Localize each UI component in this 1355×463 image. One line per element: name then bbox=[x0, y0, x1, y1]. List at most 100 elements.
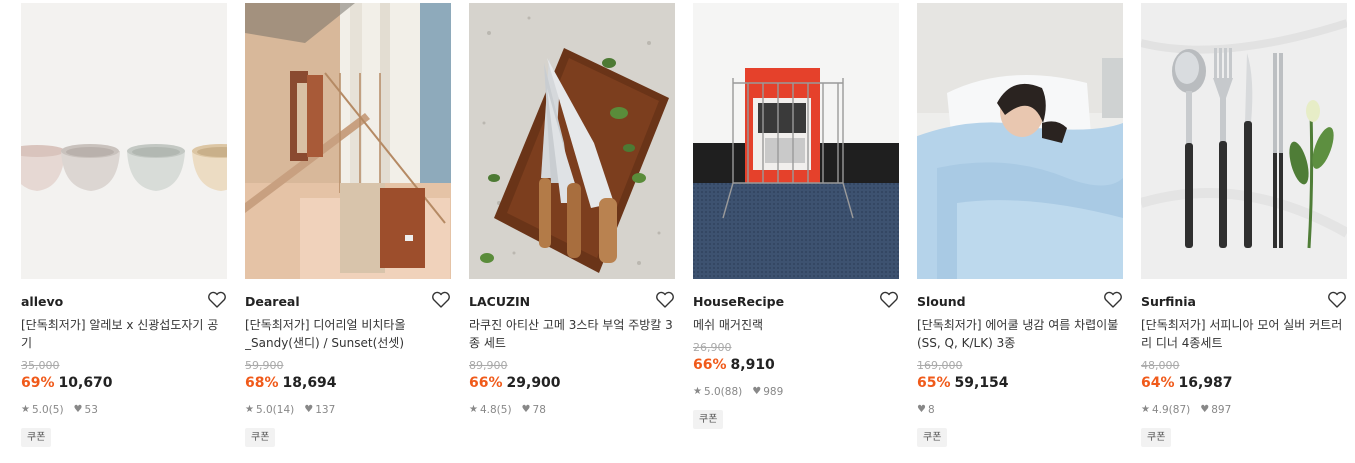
sale-price: 8,910 bbox=[730, 357, 775, 373]
heart-outline-icon[interactable] bbox=[1103, 291, 1123, 309]
review-count: (87) bbox=[1168, 404, 1191, 416]
product-image-beach-towels[interactable] bbox=[245, 3, 451, 279]
rating: ★ 4.8 (5) bbox=[469, 403, 512, 417]
product-stats: ★ 5.0 (14) ♥ 137 bbox=[245, 403, 451, 417]
brand-name[interactable]: Surfinia bbox=[1141, 293, 1347, 311]
heart-outline-icon[interactable] bbox=[431, 291, 451, 309]
coupon-badge: 쿠폰 bbox=[1141, 428, 1172, 447]
heart-filled-icon: ♥ bbox=[521, 404, 531, 415]
likes: ♥ 137 bbox=[304, 403, 335, 417]
review-count: (88) bbox=[720, 386, 743, 398]
heart-filled-icon: ♥ bbox=[752, 386, 762, 397]
product-title[interactable]: [단독최저가] 에어쿨 냉감 여름 차렵이불 (SS, Q, K/LK) 3종 bbox=[917, 316, 1123, 352]
cutlery-set-image bbox=[1141, 3, 1347, 279]
review-count: (5) bbox=[48, 404, 64, 416]
kitchen-knives-image bbox=[469, 3, 675, 279]
price-row: 64% 16,987 bbox=[1141, 373, 1347, 393]
rating-value: 5.0 bbox=[703, 386, 721, 398]
likes: ♥ 897 bbox=[1200, 403, 1231, 417]
rating: ★ 5.0 (5) bbox=[21, 403, 64, 417]
heart-outline-icon[interactable] bbox=[207, 291, 227, 309]
likes: ♥ 8 bbox=[917, 403, 935, 417]
discount-rate: 68% bbox=[245, 375, 279, 391]
product-stats: ★ 5.0 (88) ♥ 989 bbox=[693, 385, 899, 399]
coupon-badge: 쿠폰 bbox=[21, 428, 52, 447]
sale-price: 29,900 bbox=[506, 375, 561, 391]
product-card-houserecipe[interactable]: HouseRecipe 메쉬 매거진랙 26,900 66% 8,910 ★ 5.0… bbox=[693, 3, 899, 429]
heart-filled-icon: ♥ bbox=[917, 404, 926, 415]
product-card-allevo[interactable]: allevo [단독최저가] 알레보 x 신광섭도자기 공기 35,000 69… bbox=[21, 3, 227, 447]
rating-value: 4.8 bbox=[479, 404, 497, 416]
price-row: 66% 29,900 bbox=[469, 373, 675, 393]
product-card-deareal[interactable]: Deareal [단독최저가] 디어리얼 비치타올 _Sandy(샌디) / S… bbox=[245, 3, 451, 447]
brand-name[interactable]: Slound bbox=[917, 293, 1123, 311]
discount-rate: 69% bbox=[21, 375, 55, 391]
product-card-slound[interactable]: Slound [단독최저가] 에어쿨 냉감 여름 차렵이불 (SS, Q, K/… bbox=[917, 3, 1123, 447]
coupon-badge: 쿠폰 bbox=[917, 428, 948, 447]
like-count: 137 bbox=[315, 404, 336, 416]
sale-price: 18,694 bbox=[282, 375, 337, 391]
ceramic-bowls-image bbox=[21, 3, 227, 279]
like-count: 8 bbox=[927, 404, 935, 416]
product-stats: ★ 4.9 (87) ♥ 897 bbox=[1141, 403, 1347, 417]
review-count: (14) bbox=[272, 404, 295, 416]
star-icon: ★ bbox=[1141, 404, 1150, 415]
price-row: 68% 18,694 bbox=[245, 373, 451, 393]
brand-name[interactable]: Deareal bbox=[245, 293, 451, 311]
original-price: 59,900 bbox=[245, 359, 284, 372]
like-count: 989 bbox=[763, 386, 784, 398]
heart-filled-icon: ♥ bbox=[304, 404, 314, 415]
product-stats: ★ 4.8 (5) ♥ 78 bbox=[469, 403, 675, 417]
likes: ♥ 53 bbox=[74, 403, 98, 417]
like-count: 53 bbox=[84, 404, 98, 416]
rating-value: 5.0 bbox=[255, 404, 273, 416]
sale-price: 10,670 bbox=[58, 375, 113, 391]
brand-name[interactable]: LACUZIN bbox=[469, 293, 675, 311]
likes: ♥ 989 bbox=[752, 385, 783, 399]
discount-rate: 66% bbox=[693, 357, 727, 373]
heart-outline-icon[interactable] bbox=[1327, 291, 1347, 309]
product-title[interactable]: [단독최저가] 알레보 x 신광섭도자기 공기 bbox=[21, 316, 227, 352]
product-title[interactable]: [단독최저가] 서피니아 모어 실버 커트러리 디너 4종세트 bbox=[1141, 316, 1347, 352]
star-icon: ★ bbox=[693, 386, 702, 397]
coupon-badge: 쿠폰 bbox=[693, 410, 724, 429]
original-price: 169,000 bbox=[917, 359, 963, 372]
likes: ♥ 78 bbox=[522, 403, 546, 417]
brand-name[interactable]: HouseRecipe bbox=[693, 293, 899, 311]
coupon-badge: 쿠폰 bbox=[245, 428, 276, 447]
product-title[interactable]: 메쉬 매거진랙 bbox=[693, 316, 899, 334]
beach-towels-image bbox=[245, 3, 451, 279]
price-row: 65% 59,154 bbox=[917, 373, 1123, 393]
original-price: 26,900 bbox=[693, 341, 732, 354]
product-stats: ♥ 8 bbox=[917, 403, 1123, 417]
product-image-cutlery-set[interactable] bbox=[1141, 3, 1347, 279]
product-title[interactable]: [단독최저가] 디어리얼 비치타올 _Sandy(샌디) / Sunset(선셋… bbox=[245, 316, 451, 352]
like-count: 78 bbox=[532, 404, 546, 416]
review-count: (5) bbox=[496, 404, 512, 416]
heart-outline-icon[interactable] bbox=[655, 291, 675, 309]
product-image-kitchen-knives[interactable] bbox=[469, 3, 675, 279]
product-image-ceramic-bowls[interactable] bbox=[21, 3, 227, 279]
product-image-summer-blanket[interactable] bbox=[917, 3, 1123, 279]
magazine-rack-image bbox=[693, 3, 899, 279]
product-image-magazine-rack[interactable] bbox=[693, 3, 899, 279]
discount-rate: 66% bbox=[469, 375, 503, 391]
rating: ★ 5.0 (88) bbox=[693, 385, 742, 399]
summer-blanket-image bbox=[917, 3, 1123, 279]
like-count: 897 bbox=[1211, 404, 1232, 416]
star-icon: ★ bbox=[21, 404, 30, 415]
price-row: 66% 8,910 bbox=[693, 355, 899, 375]
product-stats: ★ 5.0 (5) ♥ 53 bbox=[21, 403, 227, 417]
product-title[interactable]: 라쿠진 아티산 고메 3스타 부엌 주방칼 3종 세트 bbox=[469, 316, 675, 352]
star-icon: ★ bbox=[245, 404, 254, 415]
rating: ★ 4.9 (87) bbox=[1141, 403, 1190, 417]
heart-outline-icon[interactable] bbox=[879, 291, 899, 309]
rating-value: 5.0 bbox=[31, 404, 49, 416]
original-price: 35,000 bbox=[21, 359, 60, 372]
product-card-lacuzin[interactable]: LACUZIN 라쿠진 아티산 고메 3스타 부엌 주방칼 3종 세트 89,9… bbox=[469, 3, 675, 417]
product-card-surfinia[interactable]: Surfinia [단독최저가] 서피니아 모어 실버 커트러리 디너 4종세트… bbox=[1141, 3, 1347, 447]
sale-price: 59,154 bbox=[954, 375, 1009, 391]
discount-rate: 64% bbox=[1141, 375, 1175, 391]
brand-name[interactable]: allevo bbox=[21, 293, 227, 311]
rating: ★ 5.0 (14) bbox=[245, 403, 294, 417]
